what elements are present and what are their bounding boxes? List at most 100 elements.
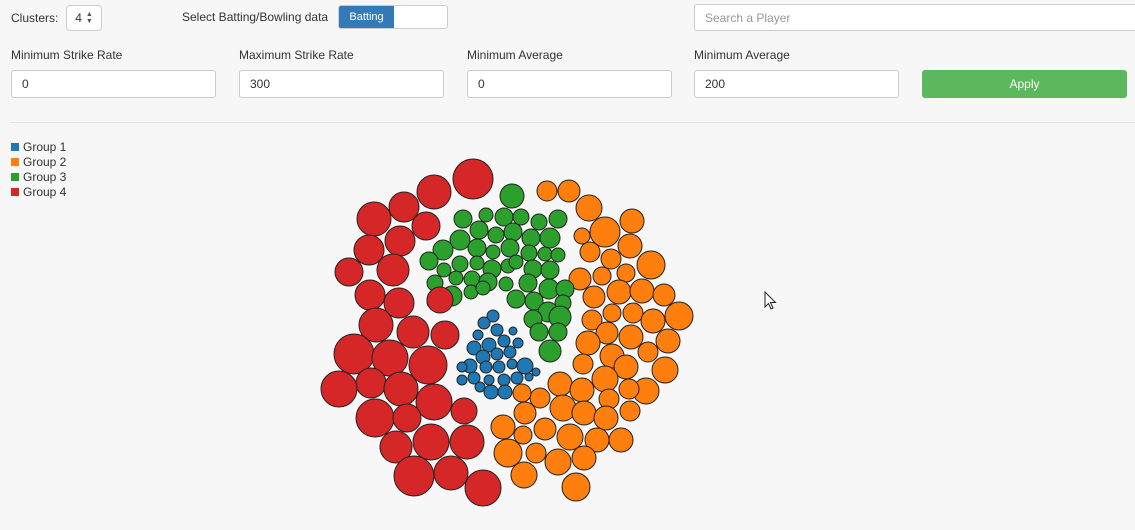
player-bubble[interactable] [419,251,439,271]
player-bubble[interactable] [622,302,644,324]
player-bubble[interactable] [483,384,499,400]
player-bubble[interactable] [556,423,584,451]
player-bubble[interactable] [539,227,561,249]
player-bubble[interactable] [600,248,622,270]
player-bubble[interactable] [516,357,534,375]
player-bubble[interactable] [469,255,485,271]
player-bubble[interactable] [453,209,473,229]
player-bubble[interactable] [354,279,386,311]
player-bubble[interactable] [549,394,577,422]
player-bubble[interactable] [456,361,468,373]
player-bubble[interactable] [412,423,450,461]
player-bubble[interactable] [456,374,468,386]
player-bubble[interactable] [540,260,560,280]
player-bubble[interactable] [449,424,485,460]
player-bubble[interactable] [506,289,526,309]
player-bubble[interactable] [497,373,511,387]
player-bubble[interactable] [355,398,395,438]
player-bubble[interactable] [617,233,643,259]
player-bubble[interactable] [571,445,597,471]
player-bubble[interactable] [619,400,641,422]
player-bubble[interactable] [334,257,364,287]
player-bubble[interactable] [477,316,491,330]
player-bubble[interactable] [512,208,530,226]
player-bubble[interactable] [575,194,603,222]
player-bubble[interactable] [537,246,553,262]
player-bubble[interactable] [573,227,591,245]
player-bubble[interactable] [393,455,435,497]
player-bubble[interactable] [474,381,486,393]
player-bubble[interactable] [478,207,494,223]
player-bubble[interactable] [430,320,460,350]
player-bubble[interactable] [637,341,659,363]
player-bubble[interactable] [571,400,597,426]
player-bubble[interactable] [479,360,493,374]
player-bubble[interactable] [487,226,505,244]
player-bubble[interactable] [355,367,387,399]
player-bubble[interactable] [415,383,453,421]
player-bubble[interactable] [579,241,601,263]
player-bubble[interactable] [475,280,491,296]
player-bubble[interactable] [499,183,525,209]
player-bubble[interactable] [608,427,634,453]
player-bubble[interactable] [548,209,568,229]
player-bubble[interactable] [513,401,537,425]
player-bubble[interactable] [591,365,619,393]
player-bubble[interactable] [536,180,558,202]
player-bubble[interactable] [383,371,419,407]
player-bubble[interactable] [492,360,506,374]
player-bubble[interactable] [550,247,566,263]
player-bubble[interactable] [510,461,538,489]
player-bubble[interactable] [497,334,511,348]
player-bubble[interactable] [376,253,410,287]
player-bubble[interactable] [467,238,487,258]
player-bubble[interactable] [513,425,533,445]
player-bubble[interactable] [493,438,523,468]
player-bubble[interactable] [518,273,538,293]
player-bubble[interactable] [411,211,441,241]
player-bubble[interactable] [512,383,532,403]
player-bubble[interactable] [629,278,655,304]
player-bubble[interactable] [548,322,568,342]
player-bubble[interactable] [569,377,595,403]
player-bubble[interactable] [503,345,517,359]
player-bubble[interactable] [533,417,557,441]
player-bubble[interactable] [396,315,430,349]
player-bubble[interactable] [452,158,494,200]
player-bubble[interactable] [602,303,622,323]
player-bubble[interactable] [664,301,694,331]
player-bubble[interactable] [652,283,676,307]
player-bubble[interactable] [450,397,478,425]
player-bubble[interactable] [503,222,523,242]
player-bubble[interactable] [320,370,358,408]
player-bubble[interactable] [512,337,524,349]
player-bubble[interactable] [433,455,469,491]
player-bubble[interactable] [490,323,504,337]
player-bubble[interactable] [530,213,548,231]
player-bubble[interactable] [529,322,549,342]
player-bubble[interactable] [589,216,621,248]
player-bubble[interactable] [575,330,601,356]
player-bubble[interactable] [636,250,666,280]
player-bubble[interactable] [451,255,469,273]
player-bubble[interactable] [508,254,524,270]
player-bubble[interactable] [490,414,516,440]
player-bubble[interactable] [593,405,619,431]
player-bubble[interactable] [619,208,645,234]
player-bubble[interactable] [497,384,513,400]
player-bubble[interactable] [469,220,489,240]
player-bubble[interactable] [525,442,547,464]
player-bubble[interactable] [618,324,644,350]
player-bubble[interactable] [448,270,464,286]
player-bubble[interactable] [524,372,534,382]
player-bubble[interactable] [483,374,495,386]
player-bubble[interactable] [416,174,452,210]
player-bubble[interactable] [464,469,502,507]
player-bubble[interactable] [521,228,541,248]
player-bubble[interactable] [392,403,422,433]
player-bubble[interactable] [353,234,385,266]
player-bubble[interactable] [531,367,541,377]
player-bubble[interactable] [508,326,518,336]
player-bubble[interactable] [538,339,562,363]
player-bubble[interactable] [426,286,454,314]
